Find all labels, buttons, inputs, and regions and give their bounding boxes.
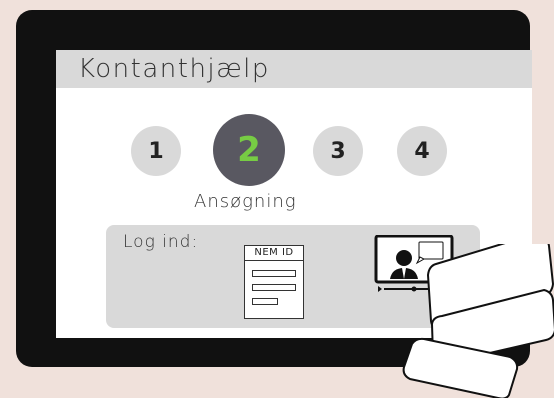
stacked-tablets-icon (402, 244, 554, 398)
page-title: Kontanthjælp (78, 54, 270, 84)
login-label: Log ind: (123, 232, 199, 252)
step-1-button[interactable]: 1 (131, 126, 181, 176)
nemid-header: NEM ID (245, 246, 303, 261)
nemid-submit-button[interactable] (252, 298, 278, 305)
step-4-number: 4 (414, 138, 430, 164)
step-1-number: 1 (148, 138, 164, 164)
nemid-username-field[interactable] (252, 270, 296, 277)
step-2-number: 2 (237, 130, 261, 170)
step-4-button[interactable]: 4 (397, 126, 447, 176)
title-bar: Kontanthjælp (56, 50, 532, 88)
nemid-login-button[interactable]: NEM ID (244, 245, 304, 319)
step-3-number: 3 (330, 138, 346, 164)
step-3-button[interactable]: 3 (313, 126, 363, 176)
nemid-password-field[interactable] (252, 284, 296, 291)
current-step-label: Ansøgning (194, 191, 297, 212)
step-2-active[interactable]: 2 (213, 114, 285, 186)
